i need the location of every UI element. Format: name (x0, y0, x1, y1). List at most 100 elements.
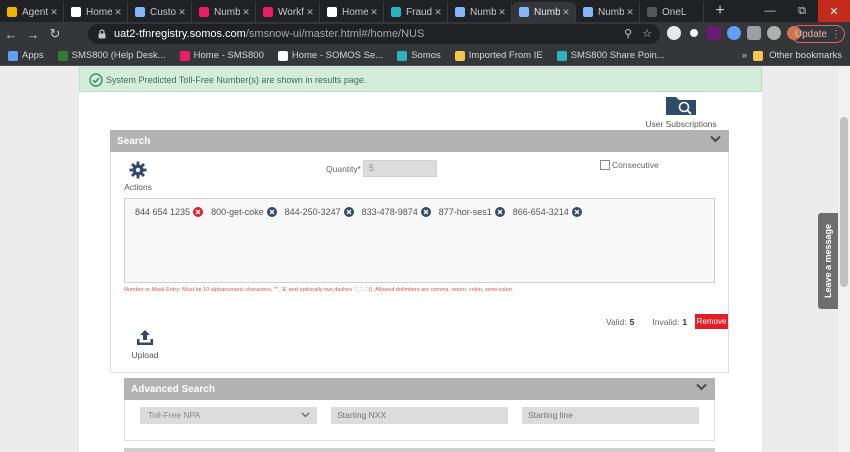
check-circle-icon (89, 72, 103, 87)
remove-number-icon[interactable] (193, 207, 204, 217)
remove-number-icon[interactable] (420, 207, 431, 217)
other-bookmarks[interactable]: Other bookmarks (769, 50, 842, 61)
tab-close-icon[interactable]: ✕ (176, 7, 188, 18)
back-icon[interactable]: ← (0, 23, 22, 45)
user-subscriptions-button[interactable]: User Subscriptions (645, 94, 717, 129)
actions-label: Actions (124, 182, 152, 192)
star-icon[interactable]: ☆ (642, 27, 652, 40)
advanced-search-header[interactable]: Advanced Search (124, 378, 715, 400)
tab-title: Fraud (406, 6, 432, 18)
extension-purple-icon[interactable] (707, 26, 721, 40)
browser-tab[interactable]: Numb ✕ (512, 2, 576, 22)
browser-tab[interactable]: Numb ✕ (576, 2, 640, 22)
extensions-puzzle-icon[interactable] (747, 26, 761, 40)
extensions (667, 26, 801, 40)
tab-title: Agent (22, 6, 48, 18)
extension-record-icon[interactable] (687, 26, 701, 40)
bookmark-label: SMS800 Share Poin... (570, 50, 665, 61)
extension-blue-icon[interactable] (727, 26, 741, 40)
folder-search-icon (666, 97, 696, 115)
tab-favicon-icon (7, 7, 17, 17)
zoom-icon[interactable]: ⚲ (624, 27, 632, 40)
browser-tab[interactable]: Custo ✕ (128, 2, 192, 22)
consecutive-label: Consecutive (612, 160, 659, 170)
browser-tab[interactable]: Agent ✕ (0, 2, 64, 22)
user-subscriptions-label: User Subscriptions (645, 119, 717, 129)
upload-icon (137, 330, 153, 345)
number-chip: 833-478-9874 (362, 206, 431, 218)
browser-tab[interactable]: Numb ✕ (448, 2, 512, 22)
tab-close-icon[interactable]: ✕ (432, 7, 444, 18)
consecutive-option[interactable]: Consecutive (600, 160, 659, 170)
bookmark-item[interactable]: SMS800 Share Poin... (556, 50, 665, 61)
extension-circle-icon[interactable] (667, 26, 681, 40)
lock-icon (98, 29, 106, 39)
gear-icon (129, 161, 147, 179)
update-label: Update (794, 28, 828, 40)
tab-close-icon[interactable]: ✕ (496, 7, 508, 18)
starting-line-input[interactable] (522, 407, 699, 424)
browser-tab-strip: Agent ✕ Home ✕ Custo ✕ Numb ✕ Workf ✕ Home ✕ Fraud ✕ N… (0, 0, 850, 22)
quantity-label-text: Quantity (326, 164, 358, 174)
scrollbar-thumb[interactable] (840, 117, 848, 287)
quantity-input[interactable]: 5 (363, 160, 437, 177)
bookmark-label: Apps (22, 50, 44, 61)
update-button[interactable]: Update ⋮ (791, 25, 845, 43)
browser-tab[interactable]: Numb ✕ (192, 2, 256, 22)
restore-icon[interactable]: ⧉ (786, 0, 818, 22)
tab-title: Home (86, 6, 112, 18)
remove-invalid-button[interactable]: Remove (695, 314, 729, 329)
browser-tab[interactable]: Home ✕ (320, 2, 384, 22)
number-chip: 866-654-3214 (513, 206, 582, 218)
url-host: uat2-tfnregistry.somos.com (114, 28, 246, 40)
tab-title: Numb (470, 6, 496, 18)
starting-nxx-input[interactable] (331, 407, 508, 424)
leave-message-tab[interactable]: Leave a message (818, 213, 838, 309)
bookmark-favicon-icon (277, 50, 288, 61)
close-window-icon[interactable]: ✕ (818, 0, 850, 22)
bookmark-item[interactable]: Apps (8, 50, 44, 61)
bookmark-label: SMS800 (Help Desk... (71, 50, 166, 61)
tab-close-icon[interactable]: ✕ (304, 7, 316, 18)
tab-close-icon[interactable]: ✕ (368, 7, 380, 18)
reload-icon[interactable]: ↻ (44, 23, 66, 45)
remove-number-icon[interactable] (494, 207, 505, 217)
bookmark-item[interactable]: Imported From IE (454, 50, 543, 61)
tab-close-icon[interactable]: ✕ (112, 7, 124, 18)
extension-grey-icon[interactable] (767, 26, 781, 40)
remove-number-icon[interactable] (571, 207, 582, 217)
tab-close-icon[interactable]: ✕ (624, 7, 636, 18)
number-chip-text: 877-hor-ses1 (438, 207, 492, 217)
tab-close-icon[interactable]: ✕ (48, 7, 60, 18)
page-scrollbar[interactable] (838, 67, 850, 452)
browser-tab[interactable]: Home ✕ (64, 2, 128, 22)
toll-free-npa-select[interactable]: Toll-Free NPA (140, 407, 317, 424)
remove-number-icon[interactable] (343, 207, 354, 217)
numbers-entry-box[interactable]: 844 654 1235 800-get-coke 844-250-3247 833-… (124, 198, 715, 283)
required-marker: * (357, 164, 361, 174)
bookmark-item[interactable]: SMS800 (Help Desk... (57, 50, 166, 61)
new-tab-button[interactable]: + (708, 2, 732, 22)
address-bar[interactable]: uat2-tfnregistry.somos.com/smsnow-ui/mas… (88, 24, 660, 44)
search-section-header[interactable]: Search (110, 130, 729, 152)
browser-tab[interactable]: OneL (640, 2, 704, 22)
browser-tab[interactable]: Fraud ✕ (384, 2, 448, 22)
bookmark-item[interactable]: Home - SMS800 (179, 50, 264, 61)
main-content: System Predicted Toll-Free Number(s) are… (79, 67, 762, 452)
actions-button[interactable]: Actions (124, 161, 152, 192)
tab-close-icon[interactable]: ✕ (560, 7, 572, 18)
browser-tab[interactable]: Workf ✕ (256, 2, 320, 22)
bookmark-favicon-icon (57, 50, 68, 61)
page-viewport: System Predicted Toll-Free Number(s) are… (0, 67, 850, 452)
minimize-icon[interactable]: — (754, 0, 786, 22)
bookmark-item[interactable]: Home - SOMOS Se... (277, 50, 383, 61)
bookmarks-overflow-icon[interactable]: » (742, 50, 747, 61)
forward-icon[interactable]: → (22, 23, 44, 45)
consecutive-checkbox[interactable] (600, 160, 610, 170)
bookmarks-bar: Apps SMS800 (Help Desk... Home - SMS800 Hom… (0, 46, 850, 66)
tab-title: Numb (534, 6, 560, 18)
bookmark-item[interactable]: Somos (397, 50, 441, 61)
upload-button[interactable]: Upload (131, 329, 159, 360)
tab-close-icon[interactable]: ✕ (240, 7, 252, 18)
remove-number-icon[interactable] (266, 207, 277, 217)
